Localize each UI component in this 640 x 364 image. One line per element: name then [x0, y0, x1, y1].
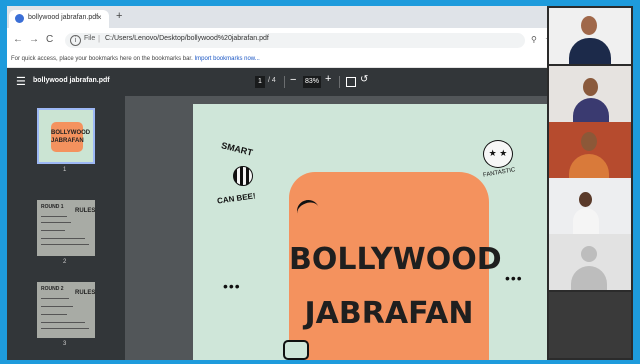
camera-icon: [283, 340, 309, 360]
thumbnail-label: 2: [63, 259, 67, 265]
import-bookmarks-link[interactable]: Import bookmarks now...: [194, 56, 259, 62]
thumbnail-text-line: [41, 244, 89, 245]
participant-body: [573, 208, 599, 234]
participant-head: [579, 192, 592, 207]
participant-body: [573, 98, 609, 122]
thumbnail-text-line: [41, 328, 89, 329]
zoom-level-input[interactable]: 83%: [303, 76, 321, 88]
participant-video-tile[interactable]: [549, 178, 631, 234]
toolbar-divider: [284, 76, 285, 88]
pdf-toolbar: ☰ bollywood jabrafan.pdf 1 / 4 − 83% + ↺: [7, 68, 547, 96]
thumbnail-label: 1: [63, 167, 67, 173]
thumbnail-heading: ROUND 2: [41, 286, 64, 292]
pdf-viewer: BOLLYWOOD JABRAFAN 1 ROUND 1 RULES 2 ROU…: [7, 96, 547, 360]
browser-tab[interactable]: bollywood jabrafan.pdf ×: [9, 10, 109, 28]
can-bee-sticker-text: CAN BEE!: [216, 191, 257, 206]
thumbnail-text-line: [41, 216, 67, 217]
address-toolbar: ← → C i File | C:/Users/Lenovo/Desktop/b…: [7, 28, 553, 54]
thumbnail-text-line: [41, 314, 67, 315]
thumbnail-title-card: BOLLYWOOD JABRAFAN: [51, 122, 91, 152]
page-title-line-2: JABRAFAN: [304, 296, 474, 331]
new-tab-button[interactable]: +: [116, 10, 122, 22]
thumbnail-page-1[interactable]: BOLLYWOOD JABRAFAN: [37, 108, 95, 164]
page-count: / 4: [268, 77, 276, 84]
dots-decoration: •••: [223, 278, 241, 294]
pdf-page: SMART CAN BEE! ★ ★ FANTASTIC ••• ••• BOL…: [193, 104, 547, 360]
dots-decoration: •••: [505, 270, 523, 286]
thumbnail-rules: RULES: [75, 208, 96, 214]
bee-icon: [233, 166, 253, 186]
toolbar-divider: [339, 76, 340, 88]
participant-head: [581, 132, 597, 151]
thumbnail-text-line: [41, 298, 69, 299]
thumbnail-sidebar: BOLLYWOOD JABRAFAN 1 ROUND 1 RULES 2 ROU…: [7, 96, 125, 360]
pdf-title: bollywood jabrafan.pdf: [33, 77, 110, 84]
bookmarks-prompt: For quick access, place your bookmarks h…: [11, 56, 193, 62]
page-number-input[interactable]: 1: [255, 76, 265, 88]
forward-button[interactable]: →: [29, 34, 39, 45]
thumbnail-text-line: [41, 222, 71, 223]
participant-video-tile[interactable]: [549, 66, 631, 122]
zoom-out-button[interactable]: −: [290, 74, 296, 86]
tab-title: bollywood jabrafan.pdf: [28, 14, 99, 21]
reload-button[interactable]: C: [46, 34, 53, 45]
menu-icon[interactable]: ☰: [16, 75, 26, 88]
site-info-icon[interactable]: i: [70, 35, 81, 46]
thumbnail-text-line: [41, 238, 85, 239]
thumbnail-rules: RULES: [75, 290, 96, 296]
fit-page-icon[interactable]: [346, 77, 356, 87]
thumbnail-text-line: [41, 322, 85, 323]
thumbnail-page-3[interactable]: ROUND 2 RULES: [37, 282, 95, 338]
thumbnail-label: 3: [63, 341, 67, 347]
close-tab-icon[interactable]: ×: [97, 13, 102, 22]
thumbnail-title-line: BOLLYWOOD: [51, 130, 91, 136]
thumbnail-text-line: [41, 306, 73, 307]
zoom-icon[interactable]: ⚲: [531, 35, 537, 44]
participant-head: [583, 78, 598, 96]
video-participants-panel: [547, 6, 633, 360]
url-separator: |: [98, 34, 101, 43]
thumbnail-page-2[interactable]: ROUND 1 RULES: [37, 200, 95, 256]
empty-video-area: [549, 292, 631, 358]
participant-video-tile[interactable]: [549, 122, 631, 178]
address-bar[interactable]: i File | C:/Users/Lenovo/Desktop/bollywo…: [65, 33, 553, 48]
title-card: BOLLYWOOD JABRAFAN: [289, 172, 502, 360]
bookmarks-bar: For quick access, place your bookmarks h…: [7, 54, 547, 68]
fantastic-sticker-text: FANTASTIC: [482, 167, 516, 179]
rotate-icon[interactable]: ↺: [360, 74, 368, 85]
participant-avatar-tile[interactable]: [549, 234, 631, 290]
browser-tab-bar: bollywood jabrafan.pdf × +: [7, 6, 547, 28]
thumbnail-heading: ROUND 1: [41, 204, 64, 210]
smart-sticker-text: SMART: [220, 140, 254, 158]
star-eyes-face-icon: ★ ★: [483, 140, 513, 168]
url-text[interactable]: C:/Users/Lenovo/Desktop/bollywood%20jabr…: [105, 35, 269, 42]
default-avatar-icon: [581, 246, 597, 262]
thumbnail-title-line: JABRAFAN: [51, 138, 84, 144]
pdf-favicon-icon: [15, 14, 24, 23]
thumbnail-text-line: [41, 230, 65, 231]
participant-head: [581, 16, 597, 35]
participant-body: [569, 154, 609, 178]
file-scheme-label: File: [84, 35, 96, 42]
screen-frame: bollywood jabrafan.pdf × + ← → C i File …: [7, 6, 633, 360]
participant-video-tile[interactable]: [549, 8, 631, 64]
page-title-line-1: BOLLYWOOD: [289, 242, 502, 277]
zoom-in-button[interactable]: +: [325, 73, 331, 85]
back-button[interactable]: ←: [13, 34, 23, 45]
default-avatar-body: [571, 266, 607, 290]
participant-body: [569, 38, 611, 64]
